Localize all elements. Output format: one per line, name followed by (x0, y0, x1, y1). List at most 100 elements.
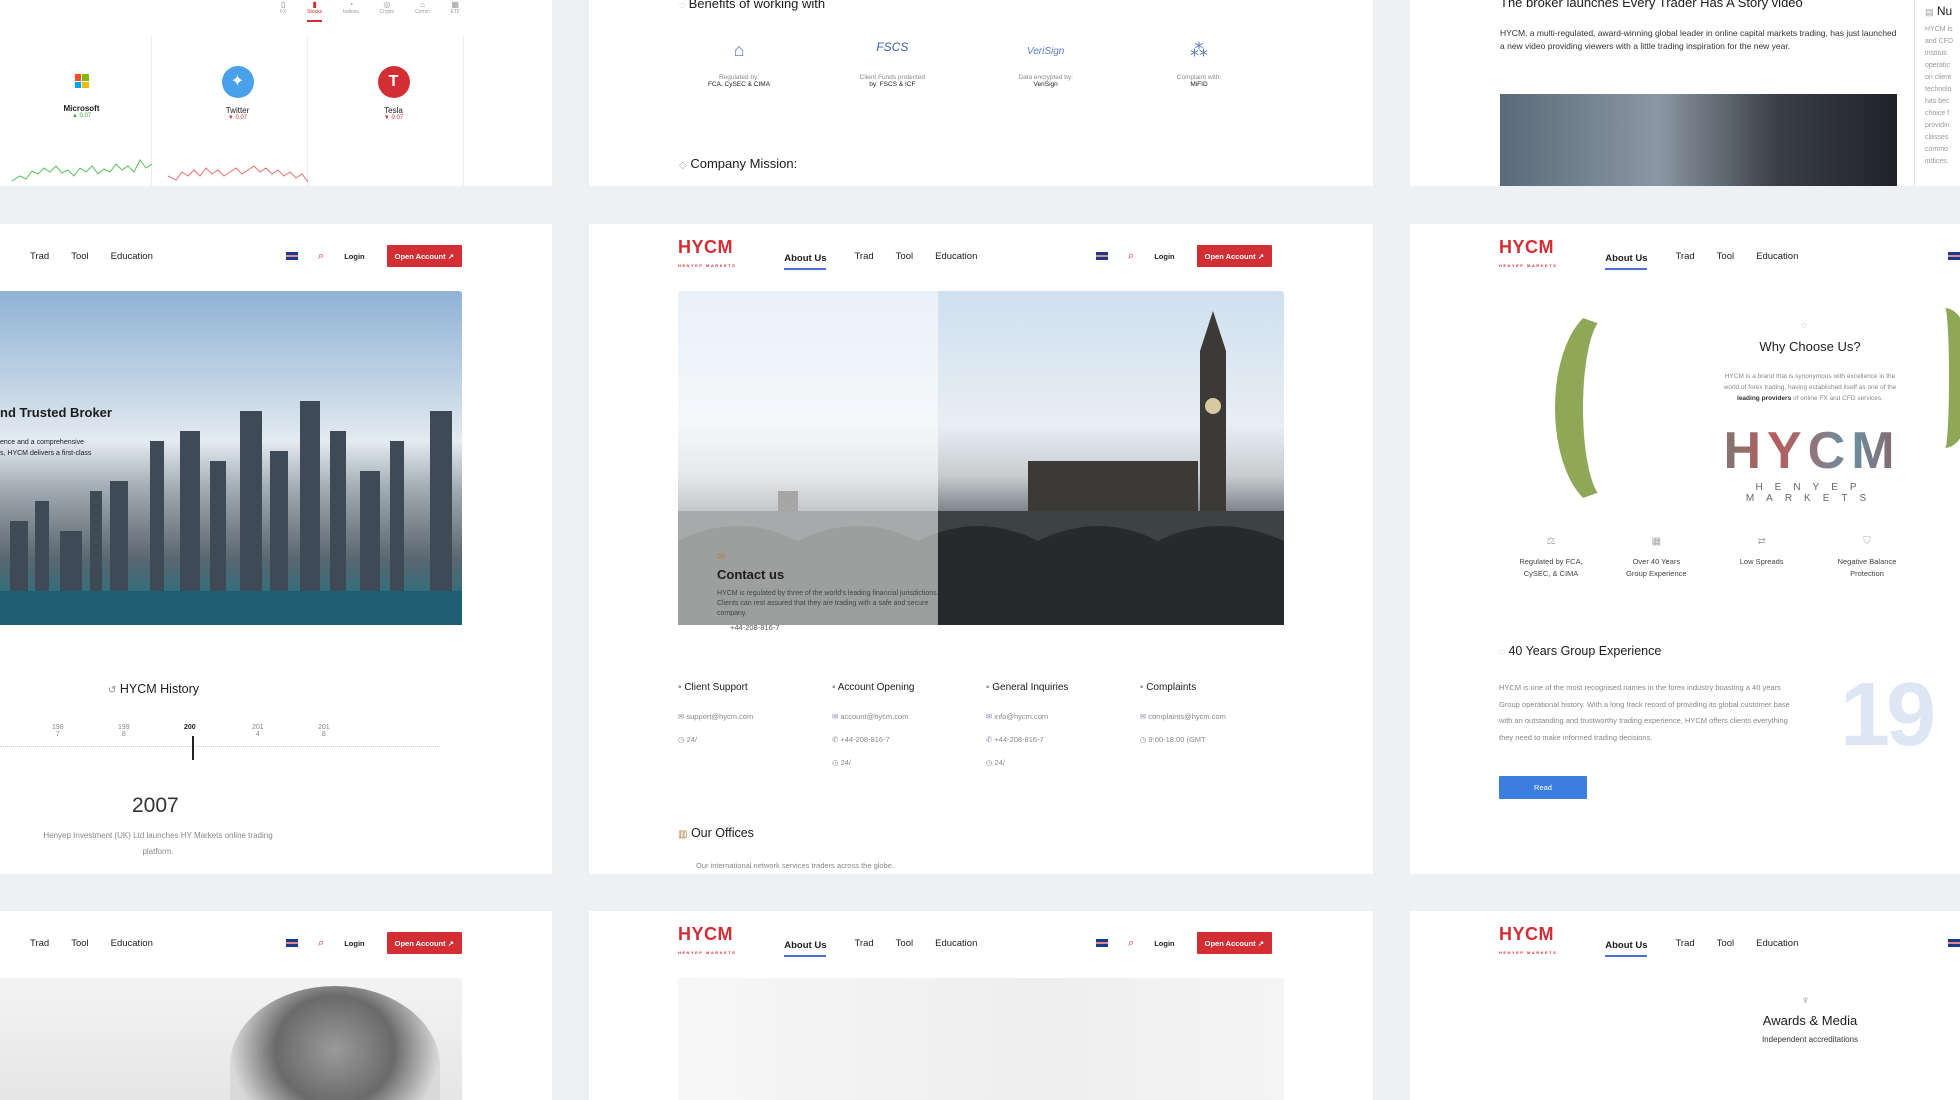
nav-tool[interactable]: Tool (896, 938, 913, 949)
microsoft-icon (74, 74, 89, 88)
contact-col-complaints: ▪ Complaints ✉ complaints@hycm.com ◷ 9:0… (1140, 682, 1278, 774)
top-nav: Trad Tool Education ⌕ Login Open Account… (30, 244, 462, 268)
open-account-button[interactable]: Open Account ↗ (386, 932, 462, 954)
nav-tool[interactable]: Tool (71, 251, 88, 262)
hero-image-light (678, 978, 1284, 1100)
feature-experience: ▦ Over 40 Years Group Experience (1604, 536, 1708, 580)
uk-flag-icon[interactable] (1096, 252, 1109, 260)
hycm-logo[interactable]: HYCM HENYEP MARKETS (678, 238, 736, 275)
uk-flag-icon[interactable] (1096, 939, 1109, 947)
timeline-year[interactable]: 201 4 (252, 724, 264, 738)
clock-icon: ◷ (831, 758, 839, 767)
hycm-logo[interactable]: HYCM HENYEP MARKETS (678, 925, 736, 962)
nav-tool[interactable]: Tool (1717, 938, 1734, 949)
nav-trad[interactable]: Trad (30, 938, 49, 949)
awards-title: Awards & Media (1762, 1013, 1858, 1028)
history-icon: ↺ (108, 685, 117, 696)
nav-trad[interactable]: Trad (30, 251, 49, 262)
stock-change: ▲ 0.07 (71, 113, 92, 119)
nav-about-us[interactable]: About Us (784, 940, 827, 957)
login-link[interactable]: Login (1154, 252, 1174, 261)
mail-icon: ✉ (678, 712, 685, 721)
nav-education[interactable]: Education (111, 938, 153, 949)
why-title: Why Choose Us? (1759, 339, 1861, 354)
hycm-logo[interactable]: HYCM HENYEP MARKETS (1499, 925, 1557, 962)
nav-about-us[interactable]: About Us (784, 253, 827, 270)
tab-indices[interactable]: ◔ Indices (343, 0, 359, 22)
account-hours: ◷ 24/ (831, 758, 852, 767)
top-nav: HYCM HENYEP MARKETS About Us Trad Tool Ed… (1499, 238, 1960, 270)
timeline-year-active[interactable]: 200 (184, 724, 196, 731)
stock-name: Twitter (225, 106, 250, 115)
uk-flag-icon[interactable] (286, 939, 299, 947)
nav-about-us[interactable]: About Us (1605, 940, 1648, 957)
timeline-year[interactable]: 201 8 (318, 724, 330, 738)
search-icon[interactable]: ⌕ (318, 250, 324, 263)
info-phone-link[interactable]: ✆ +44-208-816-7 (986, 728, 1140, 751)
nav-trad[interactable]: Trad (854, 251, 873, 262)
stock-card-twitter[interactable]: ✦ Twitter ▼ 0.07 (168, 36, 308, 186)
tab-comm[interactable]: ⌂ Comm (415, 0, 430, 22)
account-email-link[interactable]: ✉ account@hycm.com (832, 705, 986, 728)
timeline-year[interactable]: 199 8 (118, 724, 130, 738)
big-hycm-logo: HYCM HENYEP MARKETS (1692, 424, 1932, 504)
nav-education[interactable]: Education (935, 251, 977, 262)
tab-stocks[interactable]: ▮ Stocks (307, 0, 323, 22)
uk-flag-icon[interactable] (286, 252, 299, 260)
search-icon[interactable]: ⌕ (1128, 937, 1134, 950)
tab-etf[interactable]: ▦ ETF (451, 0, 460, 22)
top-nav: HYCM HENYEP MARKETS About Us Trad Tool Ed… (1499, 925, 1960, 957)
feature-regulated: ⚖ Regulated by FCA, CySEC, & CIMA (1499, 536, 1603, 580)
features-row: ⚖ Regulated by FCA, CySEC, & CIMA ▦ Over … (1499, 536, 1919, 580)
read-more-button[interactable]: Read (1499, 776, 1587, 799)
open-account-button[interactable]: Open Account ↗ (1196, 932, 1272, 954)
uk-flag-icon[interactable] (1948, 939, 1960, 947)
search-icon[interactable]: ⌕ (1128, 250, 1134, 263)
tab-crypto[interactable]: ◎ Crypto (380, 0, 395, 22)
big-year-graphic: 19 (1840, 665, 1936, 765)
stock-card-microsoft[interactable]: Microsoft ▲ 0.07 (12, 36, 152, 186)
clock-icon: ◷ (1139, 735, 1147, 744)
nav-tool[interactable]: Tool (896, 251, 913, 262)
news-sidebar: ▤ Nu HYCM is and CFD instituti operatic … (1914, 0, 1960, 186)
sparkline-down (168, 165, 308, 183)
info-email-link[interactable]: ✉ info@hycm.com (986, 705, 1140, 728)
contact-col-general-inquiries: ▪ General Inquiries ✉ info@hycm.com ✆ +4… (986, 682, 1140, 774)
stock-change: ▼ 0.07 (227, 115, 248, 121)
hycm-logo[interactable]: HYCM HENYEP MARKETS (1499, 238, 1557, 275)
nav-about-us[interactable]: About Us (1605, 253, 1648, 270)
account-phone-link[interactable]: ✆ +44-208-816-7 (832, 728, 986, 751)
uk-flag-icon[interactable] (1948, 252, 1960, 260)
login-link[interactable]: Login (1154, 939, 1174, 948)
benefit-funds: FSCS Client Funds protected by: FSCS & I… (832, 40, 952, 88)
history-active-year: 2007 (132, 794, 179, 817)
news-video-thumbnail[interactable] (1500, 94, 1897, 186)
arrow-icon: ↗ (447, 938, 454, 948)
nav-trad[interactable]: Trad (1675, 251, 1694, 262)
card-why-choose: HYCM HENYEP MARKETS About Us Trad Tool Ed… (1410, 224, 1960, 874)
complaints-email-link[interactable]: ✉ complaints@hycm.com (1140, 705, 1278, 728)
nav-education[interactable]: Education (935, 938, 977, 949)
tab-fx[interactable]: ▯ FX (280, 0, 286, 22)
hero-image-portrait (0, 978, 462, 1100)
benefits-row: ⌂ Regulated by: FCA, CySEC & CIMA FSCS C… (679, 40, 1259, 88)
newspaper-icon: ▤ (1925, 7, 1934, 17)
nav-trad[interactable]: Trad (1675, 938, 1694, 949)
login-link[interactable]: Login (344, 252, 364, 261)
nav-education[interactable]: Education (1756, 938, 1798, 949)
stock-card-tesla[interactable]: T Tesla ▼ 0.07 (324, 36, 464, 186)
open-account-button[interactable]: Open Account ↗ (386, 245, 462, 267)
support-email-link[interactable]: ✉ support@hycm.com (678, 705, 832, 728)
sparkline-up (12, 159, 152, 182)
nav-education[interactable]: Education (111, 251, 153, 262)
nav-tool[interactable]: Tool (1717, 251, 1734, 262)
timeline-year[interactable]: 198 7 (52, 724, 64, 738)
nav-trad[interactable]: Trad (854, 938, 873, 949)
nav-education[interactable]: Education (1756, 251, 1798, 262)
nav-tool[interactable]: Tool (71, 938, 88, 949)
hero-text: ence and a comprehensive s, HYCM deliver… (0, 439, 92, 457)
open-account-button[interactable]: Open Account ↗ (1196, 245, 1272, 267)
search-icon[interactable]: ⌕ (318, 937, 324, 950)
login-link[interactable]: Login (344, 939, 364, 948)
clock-icon: ◷ (678, 735, 685, 744)
